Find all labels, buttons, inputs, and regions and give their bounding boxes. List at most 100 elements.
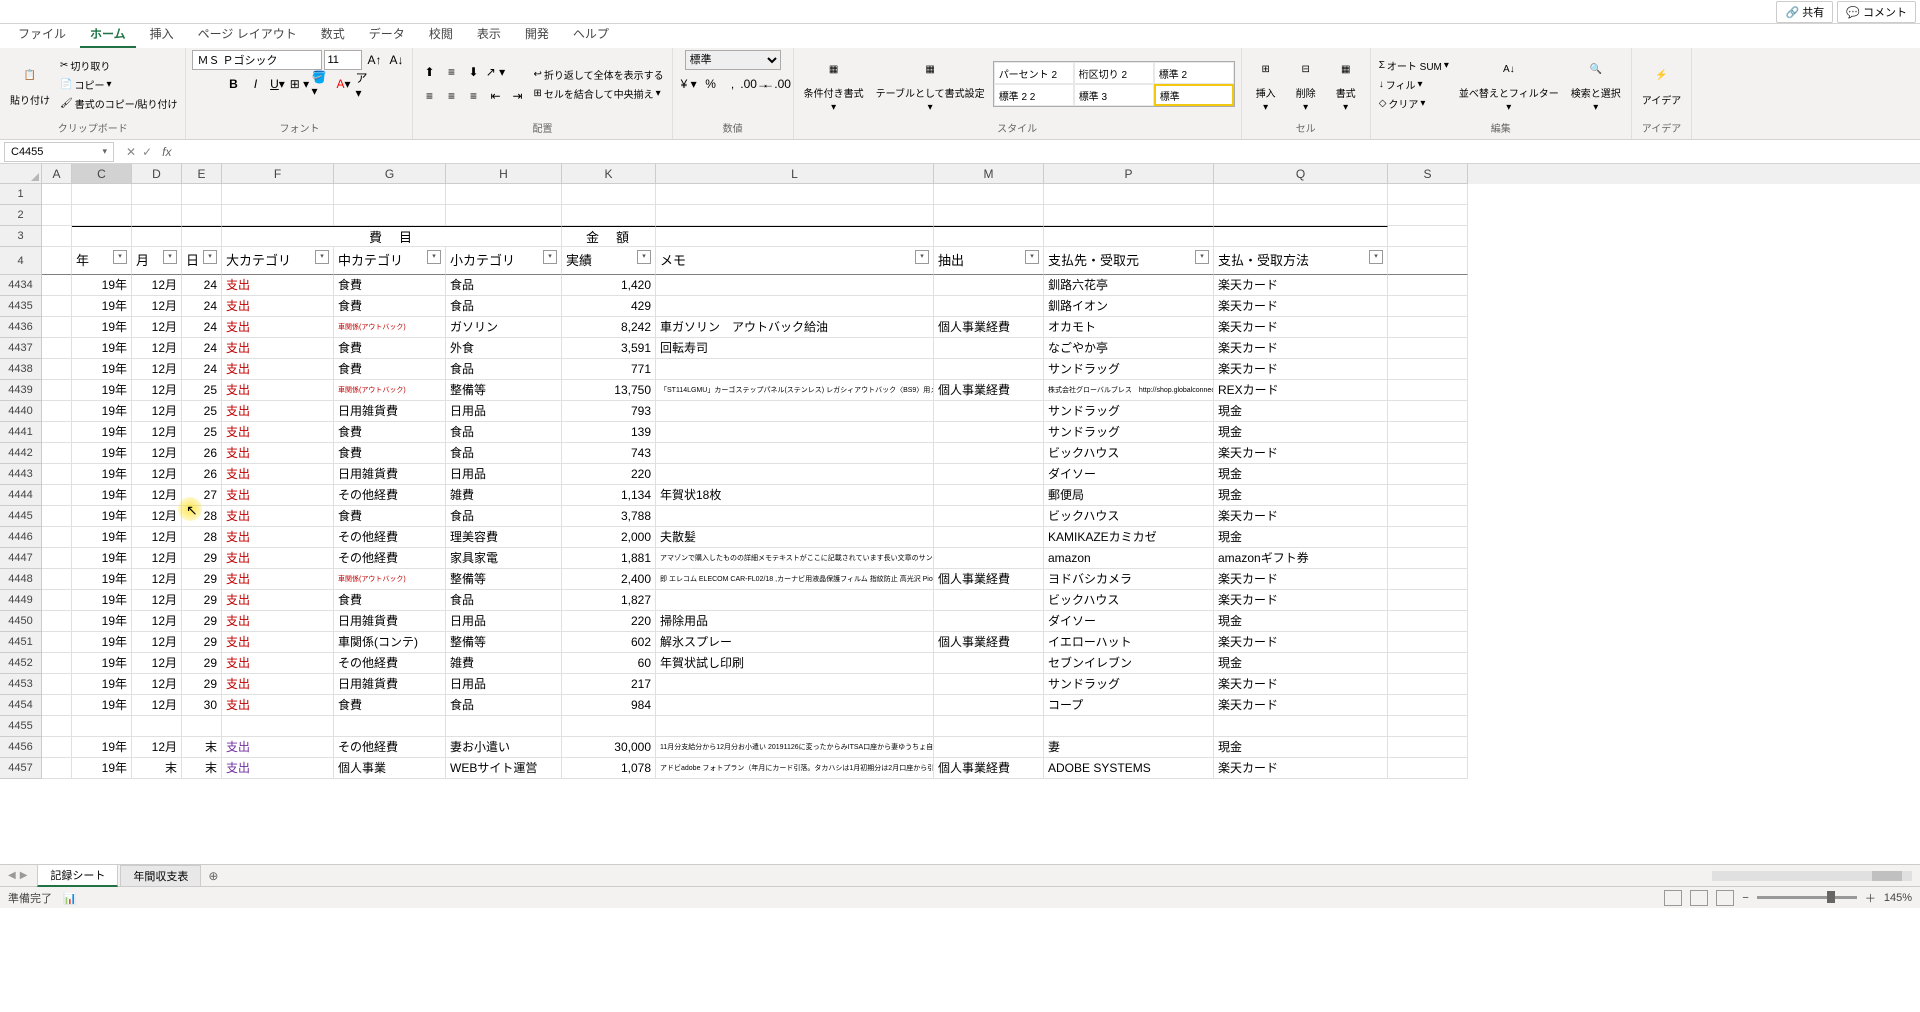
cell[interactable] — [934, 359, 1044, 380]
cell[interactable]: 月▾ — [132, 247, 182, 275]
ribbon-tab-3[interactable]: ページ レイアウト — [188, 21, 307, 48]
cell[interactable] — [934, 443, 1044, 464]
cell[interactable]: 釧路六花亭 — [1044, 275, 1214, 296]
cell[interactable] — [1388, 464, 1468, 485]
currency-icon[interactable]: ¥ ▾ — [679, 74, 699, 94]
cell[interactable]: 26 — [182, 443, 222, 464]
select-all-corner[interactable] — [0, 164, 42, 184]
filter-button[interactable]: ▾ — [1025, 250, 1039, 264]
row-header[interactable]: 4434 — [0, 275, 42, 296]
cell[interactable]: 12月 — [132, 695, 182, 716]
column-header[interactable]: F — [222, 164, 334, 184]
row-header[interactable]: 4438 — [0, 359, 42, 380]
cell[interactable]: ビックハウス — [1044, 443, 1214, 464]
cell[interactable]: 19年 — [72, 443, 132, 464]
cell[interactable] — [42, 548, 72, 569]
cell[interactable] — [656, 674, 934, 695]
cell[interactable]: 家具家電 — [446, 548, 562, 569]
cell[interactable]: 楽天カード — [1214, 317, 1388, 338]
cell[interactable]: 現金 — [1214, 527, 1388, 548]
column-header[interactable]: A — [42, 164, 72, 184]
cell[interactable]: 楽天カード — [1214, 569, 1388, 590]
cell[interactable]: ビックハウス — [1044, 590, 1214, 611]
cell[interactable]: ヨドバシカメラ — [1044, 569, 1214, 590]
sheet-tab-active[interactable]: 記録シート — [37, 864, 118, 887]
cell[interactable] — [934, 296, 1044, 317]
cell[interactable]: アドビadobe フォトプラン（年月にカード引落。タカハシは1月初期分は2月口座… — [656, 758, 934, 779]
cell[interactable]: 支出 — [222, 464, 334, 485]
cell[interactable]: 11月分支給分から12月分お小遣い 20191126に変ったからみITSA口座か… — [656, 737, 934, 758]
add-sheet-button[interactable]: ⊕ — [203, 869, 223, 883]
column-header[interactable]: E — [182, 164, 222, 184]
cell[interactable]: 食品 — [446, 359, 562, 380]
cell[interactable]: 12月 — [132, 275, 182, 296]
cell[interactable]: 1,881 — [562, 548, 656, 569]
cell[interactable]: 末 — [132, 758, 182, 779]
chevron-down-icon[interactable]: ▾ — [102, 146, 107, 157]
cell[interactable]: 車ガソリン アウトバック給油 — [656, 317, 934, 338]
format-as-table-button[interactable]: ▦テーブルとして書式設定 ▾ — [872, 53, 989, 115]
cell[interactable]: 29 — [182, 674, 222, 695]
cell[interactable] — [1388, 611, 1468, 632]
cell[interactable] — [934, 716, 1044, 737]
cell[interactable]: 支出 — [222, 674, 334, 695]
filter-button[interactable]: ▾ — [637, 250, 651, 264]
cell[interactable] — [1388, 317, 1468, 338]
cell[interactable]: 支出 — [222, 695, 334, 716]
row-header[interactable]: 4453 — [0, 674, 42, 695]
underline-button[interactable]: U ▾ — [267, 74, 287, 94]
cell[interactable]: 日用品 — [446, 464, 562, 485]
fx-icon[interactable]: fx — [158, 145, 175, 159]
cell[interactable]: 28 — [182, 506, 222, 527]
cell[interactable]: 19年 — [72, 296, 132, 317]
cell[interactable]: 429 — [562, 296, 656, 317]
cell[interactable] — [42, 569, 72, 590]
cell[interactable]: 現金 — [1214, 464, 1388, 485]
cell[interactable] — [42, 716, 72, 737]
ideas-button[interactable]: ⚡アイデア — [1638, 60, 1686, 109]
cell[interactable]: 25 — [182, 401, 222, 422]
cell[interactable] — [222, 205, 334, 226]
cell[interactable] — [446, 184, 562, 205]
cell[interactable] — [42, 485, 72, 506]
filter-button[interactable]: ▾ — [427, 250, 441, 264]
cell[interactable] — [42, 184, 72, 205]
cell[interactable] — [934, 422, 1044, 443]
cell[interactable]: 楽天カード — [1214, 506, 1388, 527]
cell[interactable]: 日用雑貨費 — [334, 401, 446, 422]
cell[interactable] — [934, 506, 1044, 527]
filter-button[interactable]: ▾ — [1195, 250, 1209, 264]
cell[interactable] — [42, 590, 72, 611]
zoom-out-button[interactable]: − — [1742, 892, 1748, 904]
cell[interactable] — [446, 716, 562, 737]
row-header[interactable]: 3 — [0, 226, 42, 247]
cell[interactable]: 24 — [182, 359, 222, 380]
row-header[interactable]: 4446 — [0, 527, 42, 548]
column-header[interactable]: S — [1388, 164, 1468, 184]
cell[interactable]: 楽天カード — [1214, 338, 1388, 359]
cell[interactable] — [1388, 338, 1468, 359]
zoom-in-button[interactable]: ＋ — [1865, 890, 1876, 906]
cell[interactable]: 12月 — [132, 674, 182, 695]
cell[interactable] — [1388, 184, 1468, 205]
cell[interactable] — [42, 632, 72, 653]
cell[interactable]: 19年 — [72, 569, 132, 590]
cell[interactable] — [334, 205, 446, 226]
cell[interactable]: 整備等 — [446, 569, 562, 590]
cell[interactable] — [42, 758, 72, 779]
merge-center-button[interactable]: ⊞ セルを結合して中央揃え ▾ — [531, 85, 665, 102]
row-header[interactable]: 4436 — [0, 317, 42, 338]
row-header[interactable]: 4445 — [0, 506, 42, 527]
cell[interactable]: 26 — [182, 464, 222, 485]
cell[interactable]: 中カテゴリ▾ — [334, 247, 446, 275]
cell[interactable]: 支出 — [222, 506, 334, 527]
cell[interactable]: ダイソー — [1044, 464, 1214, 485]
cell[interactable] — [934, 695, 1044, 716]
cell[interactable]: 現金 — [1214, 737, 1388, 758]
cell[interactable]: 25 — [182, 380, 222, 401]
cell[interactable] — [656, 275, 934, 296]
row-header[interactable]: 4 — [0, 247, 42, 275]
cell[interactable]: 個人事業経費 — [934, 317, 1044, 338]
align-bottom-icon[interactable]: ⬇ — [463, 62, 483, 82]
cell[interactable]: 19年 — [72, 590, 132, 611]
